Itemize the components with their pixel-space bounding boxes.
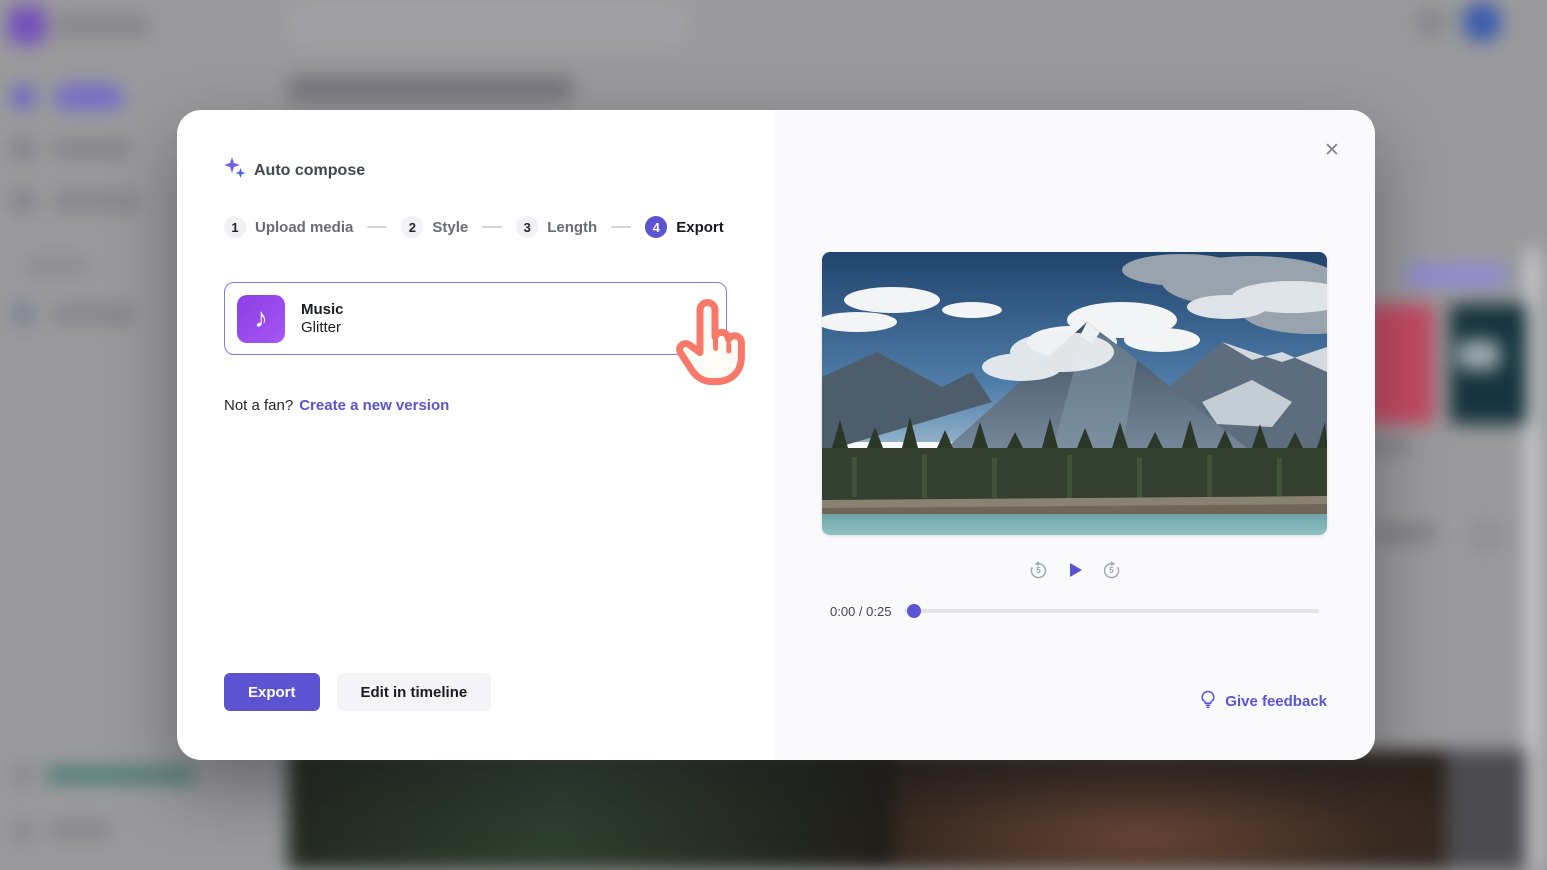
music-card-name: Glitter: [301, 319, 344, 336]
export-button[interactable]: Export: [224, 673, 320, 711]
close-icon[interactable]: ✕: [1319, 138, 1345, 164]
seek-bar[interactable]: [904, 600, 1319, 622]
avatar-blur: [1462, 2, 1502, 42]
step-separator: [367, 226, 387, 228]
forward-5-icon[interactable]: 5: [1102, 561, 1121, 580]
sidebar-item-blur: [54, 140, 129, 158]
dialog-title: Auto compose: [254, 162, 365, 180]
step-upload-media: 1 Upload media: [224, 216, 353, 238]
step-indicator: 1 Upload media 2 Style 3 Length 4 Export: [224, 216, 728, 238]
step-separator: [611, 226, 631, 228]
step-export: 4 Export: [645, 216, 724, 238]
link-blur: [1406, 264, 1506, 286]
playback-controls: 5 5: [775, 558, 1375, 582]
media-thumb-dark-green-blur: [288, 746, 894, 870]
lightbulb-icon: [1199, 690, 1217, 713]
dialog-header: Auto compose: [224, 157, 728, 184]
playback-time: 0:00 / 0:25: [830, 604, 891, 619]
bottom-link-blur: [46, 766, 196, 784]
step-separator: [482, 226, 502, 228]
icon-blur: [1468, 518, 1504, 554]
auto-compose-dialog: Auto compose 1 Upload media 2 Style 3 Le…: [177, 110, 1375, 760]
scroll-strip-blur: [1528, 250, 1537, 870]
bottom-icon-blur: [12, 764, 34, 786]
music-card-text: Music Glitter: [301, 301, 344, 336]
music-selection-card[interactable]: ♪ Music Glitter: [224, 282, 727, 355]
video-preview: [822, 252, 1327, 535]
bottom-item-blur: [50, 822, 110, 838]
step-number: 3: [516, 216, 538, 238]
step-label: Style: [432, 219, 468, 236]
sidebar-icon-blur: [12, 86, 34, 108]
preview-pane: ✕: [775, 110, 1375, 760]
step-length: 3 Length: [516, 216, 597, 238]
seek-track: [904, 609, 1319, 613]
version-prompt: Not a fan? Create a new version: [224, 397, 728, 414]
step-number: 1: [224, 216, 246, 238]
step-number-active: 4: [645, 216, 667, 238]
sidebar-icon-blur: [12, 190, 34, 212]
dialog-actions: Export Edit in timeline: [224, 673, 491, 711]
create-new-version-link[interactable]: Create a new version: [299, 397, 449, 414]
sidebar-active-item-blur: [54, 84, 124, 110]
sidebar-section-blur: [28, 258, 88, 274]
caption-blur: [1376, 526, 1434, 541]
app-logo: [8, 6, 46, 44]
give-feedback-link[interactable]: Give feedback: [1199, 690, 1327, 713]
media-thumb-brown-blur: [894, 750, 1446, 870]
give-feedback-label: Give feedback: [1225, 693, 1327, 710]
seek-row: 0:00 / 0:25: [830, 600, 1319, 622]
thumbnail-detail-blur: [1458, 340, 1500, 370]
media-thumb-gray-blur: [1446, 750, 1528, 870]
bottom-icon-blur: [12, 820, 34, 842]
sidebar-item-blur: [54, 192, 139, 210]
version-prompt-text: Not a fan?: [224, 397, 293, 414]
sidebar-item-blur: [54, 305, 134, 323]
step-label: Length: [547, 219, 597, 236]
sparkle-icon: [224, 157, 246, 184]
sidebar-icon-blur: [12, 303, 34, 325]
seek-thumb[interactable]: [907, 604, 921, 618]
step-number: 2: [401, 216, 423, 238]
settings-icon-blur: [1416, 8, 1446, 38]
page-heading-blur: [288, 76, 573, 102]
music-card-category: Music: [301, 301, 344, 318]
step-style: 2 Style: [401, 216, 468, 238]
rewind-5-icon[interactable]: 5: [1029, 561, 1048, 580]
music-note-icon: ♪: [254, 305, 268, 332]
search-bar-blur: [288, 1, 688, 45]
edit-in-timeline-button[interactable]: Edit in timeline: [337, 673, 492, 711]
dialog-content-pane: Auto compose 1 Upload media 2 Style 3 Le…: [177, 110, 775, 760]
sidebar-icon-blur: [12, 138, 34, 160]
step-label: Upload media: [255, 219, 353, 236]
music-icon: ♪: [237, 295, 285, 343]
play-icon[interactable]: [1064, 559, 1086, 581]
step-label-active: Export: [676, 219, 724, 236]
app-title-blur: [54, 16, 149, 36]
